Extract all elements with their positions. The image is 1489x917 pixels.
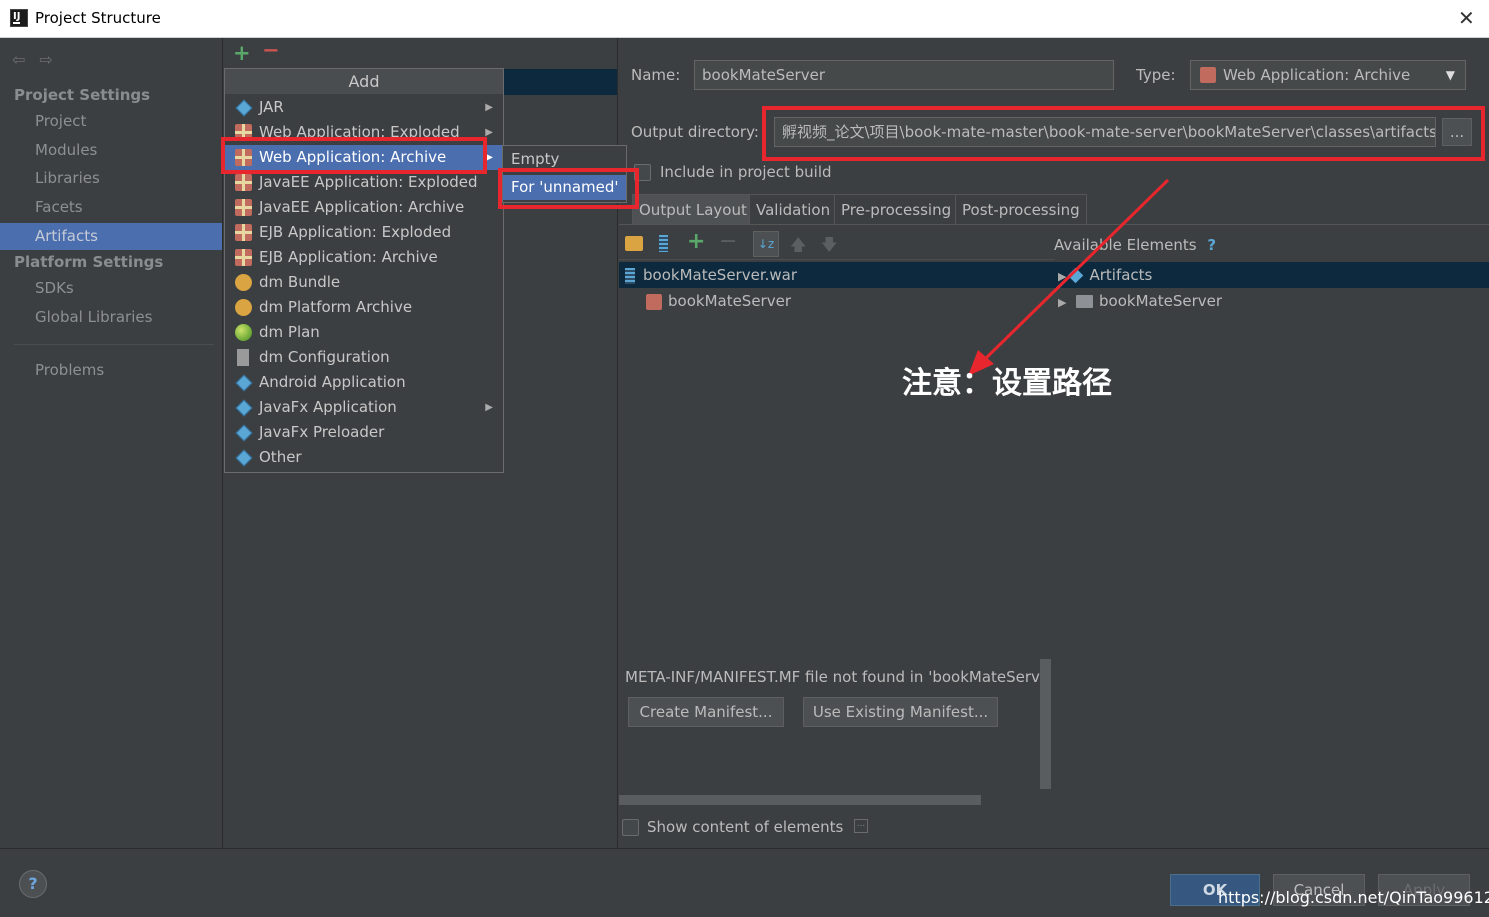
annotation-note: 注意：设置路径 [902,366,1112,401]
annotation-arrow-overlay [968,178,1170,376]
annotation-arrow-line [980,178,1170,364]
csdn-watermark: https://blog.csdn.net/QinTao9961220 [1218,888,1489,907]
